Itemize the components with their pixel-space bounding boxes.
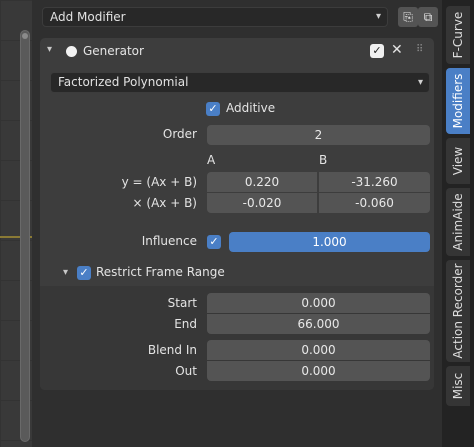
circle-icon[interactable] [66,46,77,57]
influence-label: Influence [141,234,197,248]
restrict-collapse-chevron-down-icon[interactable]: ▾ [63,267,68,278]
row1-a-field[interactable]: 0.220 [207,172,317,192]
end-label: End [174,317,197,331]
chevron-down-icon: ▾ [375,11,381,22]
row2-a-field[interactable]: -0.020 [207,193,317,213]
additive-label: Additive [226,101,276,115]
row1-b-field[interactable]: -31.260 [319,172,430,192]
out-label: Out [175,364,197,378]
restrict-frame-range-label[interactable]: Restrict Frame Range [96,265,225,279]
modifier-enabled-checkbox[interactable]: ✓ [370,44,384,58]
tab-label: Action Recorder [451,263,465,359]
generator-mode-value: Factorized Polynomial [58,75,189,89]
drag-handle-icon[interactable]: ⠿ [416,44,423,55]
influence-checkbox[interactable]: ✓ [207,235,221,249]
chevron-down-icon: ▾ [417,77,423,88]
tab-label: AnimAide [451,193,465,251]
paste-icon[interactable]: ⧉ [418,7,438,27]
blend-in-label: Blend In [147,343,197,357]
copy-icon[interactable]: ⎘ [398,7,418,27]
start-label: Start [167,296,197,310]
tab-label: Modifiers [451,73,465,129]
column-b-label: B [319,153,328,167]
scrollbar-handle[interactable] [22,33,28,39]
tab-view[interactable]: View [446,138,470,184]
order-label: Order [162,127,197,141]
sidebar-tabs: F-Curve Modifiers View AnimAide Action R… [442,0,474,447]
sidebar-panel: Add Modifier ▾ ⎘ ⧉ ▾ Generator ✓ ✕ ⠿ Fac… [32,0,442,447]
viewport-scrollbar[interactable] [20,30,30,442]
restrict-frame-range-checkbox[interactable]: ✓ [77,266,91,280]
modifier-header[interactable]: ▾ Generator ✓ ✕ ⠿ [40,38,434,64]
tab-action-recorder[interactable]: Action Recorder [446,260,470,362]
add-modifier-dropdown[interactable]: Add Modifier ▾ [42,7,388,27]
modifier-toolbar: Add Modifier ▾ ⎘ ⧉ [42,6,438,28]
end-field[interactable]: 66.000 [207,314,430,334]
close-icon[interactable]: ✕ [391,42,403,58]
blend-in-field[interactable]: 0.000 [207,340,430,360]
modifier-name[interactable]: Generator [83,44,144,58]
column-a-label: A [207,153,216,167]
generator-modifier-panel: ▾ Generator ✓ ✕ ⠿ Factorized Polynomial … [40,38,434,390]
tab-animaide[interactable]: AnimAide [446,188,470,256]
tab-label: Misc [451,372,465,400]
additive-checkbox[interactable]: ✓ [206,102,220,116]
tab-modifiers[interactable]: Modifiers [446,68,470,134]
influence-field[interactable]: 1.000 [229,232,430,252]
order-field[interactable]: 2 [207,125,430,145]
row2-b-field[interactable]: -0.060 [319,193,430,213]
out-field[interactable]: 0.000 [207,361,430,381]
tab-misc[interactable]: Misc [446,366,470,406]
tab-label: F-Curve [451,11,465,59]
tab-label: View [451,146,465,176]
row2-label: × (Ax + B) [132,196,197,210]
start-field[interactable]: 0.000 [207,293,430,313]
tab-f-curve[interactable]: F-Curve [446,6,470,64]
collapse-chevron-down-icon[interactable]: ▾ [47,44,52,55]
generator-mode-dropdown[interactable]: Factorized Polynomial ▾ [50,72,430,93]
add-modifier-label: Add Modifier [50,10,126,24]
restrict-frame-range-panel: Start 0.000 End 66.000 Blend In 0.000 Ou… [40,286,434,390]
row1-label: y = (Ax + B) [121,175,197,189]
